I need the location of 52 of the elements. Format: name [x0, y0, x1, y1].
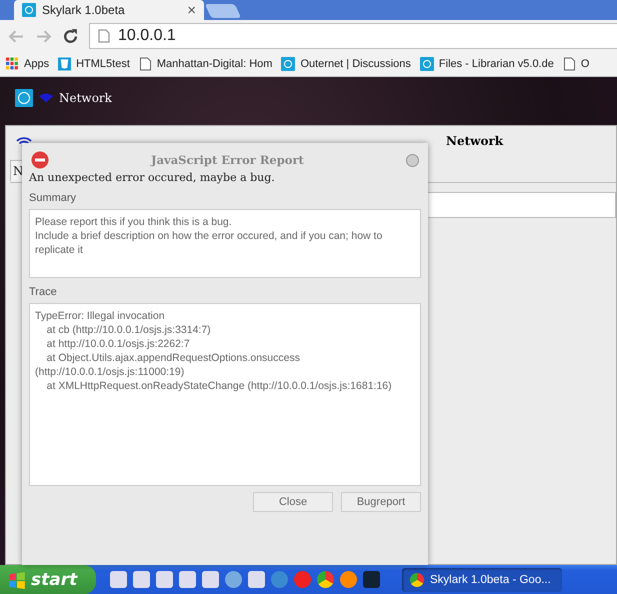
taskbar-button[interactable]: Skylark 1.0beta - Goo...: [402, 568, 562, 592]
page-icon: [98, 29, 110, 43]
section-label: Summary: [29, 192, 78, 204]
wifi-icon: [16, 136, 32, 148]
forward-arrow-icon[interactable]: [35, 28, 52, 44]
wifi-icon: [39, 93, 53, 103]
input-field[interactable]: [426, 192, 616, 218]
close-button[interactable]: [406, 154, 419, 166]
app-icon[interactable]: [179, 571, 196, 588]
page-icon: [562, 57, 576, 71]
app-icon[interactable]: [133, 571, 150, 588]
back-arrow-icon[interactable]: [8, 28, 25, 44]
dialog-title: JavaScript Error Report: [149, 153, 305, 167]
app-icon[interactable]: [225, 571, 242, 588]
error-icon: [31, 151, 49, 169]
close-icon[interactable]: ×: [187, 2, 196, 18]
page-icon: [138, 57, 152, 71]
app-icon[interactable]: [202, 571, 219, 588]
trace-text-area[interactable]: TypeError: Illegal invocation at cb (http://10.0.0.1/osjs.js:3314:7) at http://10.0.0.1/osjs.js:2262:7 at Object.Utils.ajax.appendRequestOptions.onsuccess (http://10.0.0.1/osjs.js:11000:19) at XMLHttpRequest.onReadyStateChange (http://10.0.0.1/osjs.js:1681:16): [29, 303, 421, 486]
error-message: An unexpected error occured, maybe a bug.: [29, 171, 276, 184]
new-tab-button[interactable]: [204, 4, 242, 18]
ring-icon: [420, 57, 434, 71]
bookmark[interactable]: Files - Librarian v5.0.de: [420, 57, 554, 71]
shield-icon: [58, 57, 72, 71]
summary-text-area[interactable]: Please report this if you think this is a bug. Include a brief description on how the error occured, and if you can; how to replicate it: [29, 209, 421, 278]
window-title: Network: [446, 134, 504, 148]
dialog-button[interactable]: Close: [253, 492, 333, 512]
bookmark[interactable]: O: [562, 57, 590, 71]
browser-tab[interactable]: Skylark 1.0beta ×: [14, 0, 204, 20]
tab-title: Skylark 1.0beta: [42, 3, 126, 17]
bookmark[interactable]: Apps: [6, 57, 50, 71]
dialog-button[interactable]: Bugreport: [341, 492, 421, 512]
reload-icon[interactable]: [62, 28, 79, 44]
bookmark[interactable]: HTML5test: [58, 57, 130, 71]
ring-icon[interactable]: [15, 89, 33, 107]
app-icon[interactable]: [317, 571, 334, 588]
ring-icon: [281, 57, 296, 71]
windows-flag-icon: [8, 570, 26, 588]
app-icon[interactable]: [110, 571, 127, 588]
app-icon[interactable]: [363, 571, 380, 588]
address-bar[interactable]: 10.0.0.1: [89, 23, 617, 49]
browser-icon: [410, 572, 424, 586]
app-icon[interactable]: [271, 571, 288, 588]
apps-grid-icon: [6, 57, 19, 71]
app-icon[interactable]: [248, 571, 265, 588]
menu-label[interactable]: Network: [59, 91, 112, 105]
section-label: Trace: [29, 286, 58, 298]
bookmark[interactable]: Manhattan-Digital: Hom: [138, 57, 272, 71]
app-icon[interactable]: [156, 571, 173, 588]
app-icon[interactable]: [340, 571, 357, 588]
ring-icon: [22, 3, 36, 17]
bookmark[interactable]: Outernet | Discussions: [281, 57, 411, 71]
